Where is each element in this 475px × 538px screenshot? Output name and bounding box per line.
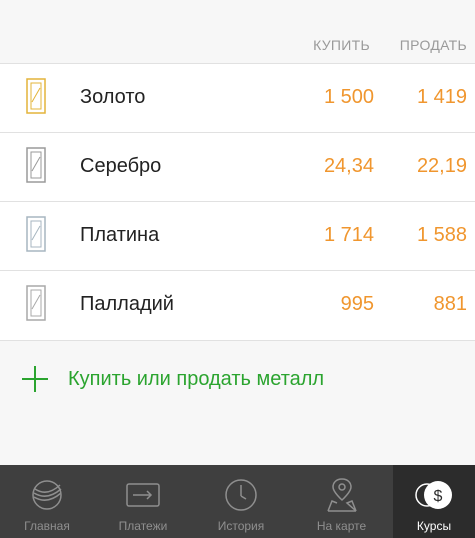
buy-sell-metal-button[interactable]: Купить или продать металл [22, 366, 324, 392]
gold-bar-icon [26, 78, 46, 114]
sber-logo-icon [32, 480, 62, 510]
tab-map[interactable]: На карте [290, 465, 393, 538]
palladium-bar-icon [26, 285, 46, 321]
buy-price: 24,34 [323, 155, 374, 177]
buy-price: 1 714 [323, 224, 374, 246]
tab-label: Главная [24, 519, 70, 533]
tab-label: Курсы [416, 519, 452, 533]
sell-price: 881 [433, 293, 467, 315]
tab-label: Платежи [118, 519, 168, 533]
metal-name: Платина [80, 224, 160, 246]
tab-label: История [217, 519, 265, 533]
plus-icon [22, 366, 48, 392]
card-icon [126, 483, 160, 507]
metal-row-silver[interactable]: Серебро 24,34 22,19 [0, 133, 475, 202]
action-area: Купить или продать металл [0, 341, 475, 465]
metal-row-palladium[interactable]: Палладий 995 881 [0, 271, 475, 341]
svg-text:$: $ [434, 488, 443, 505]
metal-row-gold[interactable]: Золото 1 500 1 419 [0, 64, 475, 133]
buy-sell-metal-label: Купить или продать металл [68, 367, 325, 390]
metal-name: Золото [80, 86, 146, 108]
map-pin-icon [326, 478, 357, 512]
sell-price: 1 588 [416, 224, 467, 246]
tab-payments[interactable]: Платежи [94, 465, 192, 538]
table-header: КУПИТЬ ПРОДАТЬ [0, 0, 475, 64]
sell-price: 1 419 [416, 86, 467, 108]
platinum-bar-icon [26, 216, 46, 252]
sell-price: 22,19 [416, 155, 467, 177]
metal-row-platinum[interactable]: Платина 1 714 1 588 [0, 202, 475, 271]
silver-bar-icon [26, 147, 46, 183]
tab-label: На карте [316, 519, 367, 533]
tab-home[interactable]: Главная [0, 465, 94, 538]
dollar-coins-icon: $ [415, 481, 452, 509]
column-header-buy: КУПИТЬ [313, 37, 370, 53]
metal-name: Серебро [80, 155, 162, 177]
column-header-sell: ПРОДАТЬ [399, 37, 467, 53]
metal-name: Палладий [80, 293, 174, 315]
buy-price: 995 [340, 293, 374, 315]
tab-history[interactable]: История [192, 465, 290, 538]
tab-rates[interactable]: $ Курсы [393, 465, 475, 538]
clock-icon [225, 479, 257, 511]
metal-list: Золото 1 500 1 419 Серебро 24,34 22,19 П… [0, 64, 475, 341]
tab-bar: Главная Платежи История На карте $ Курсы [0, 465, 475, 538]
buy-price: 1 500 [323, 86, 374, 108]
